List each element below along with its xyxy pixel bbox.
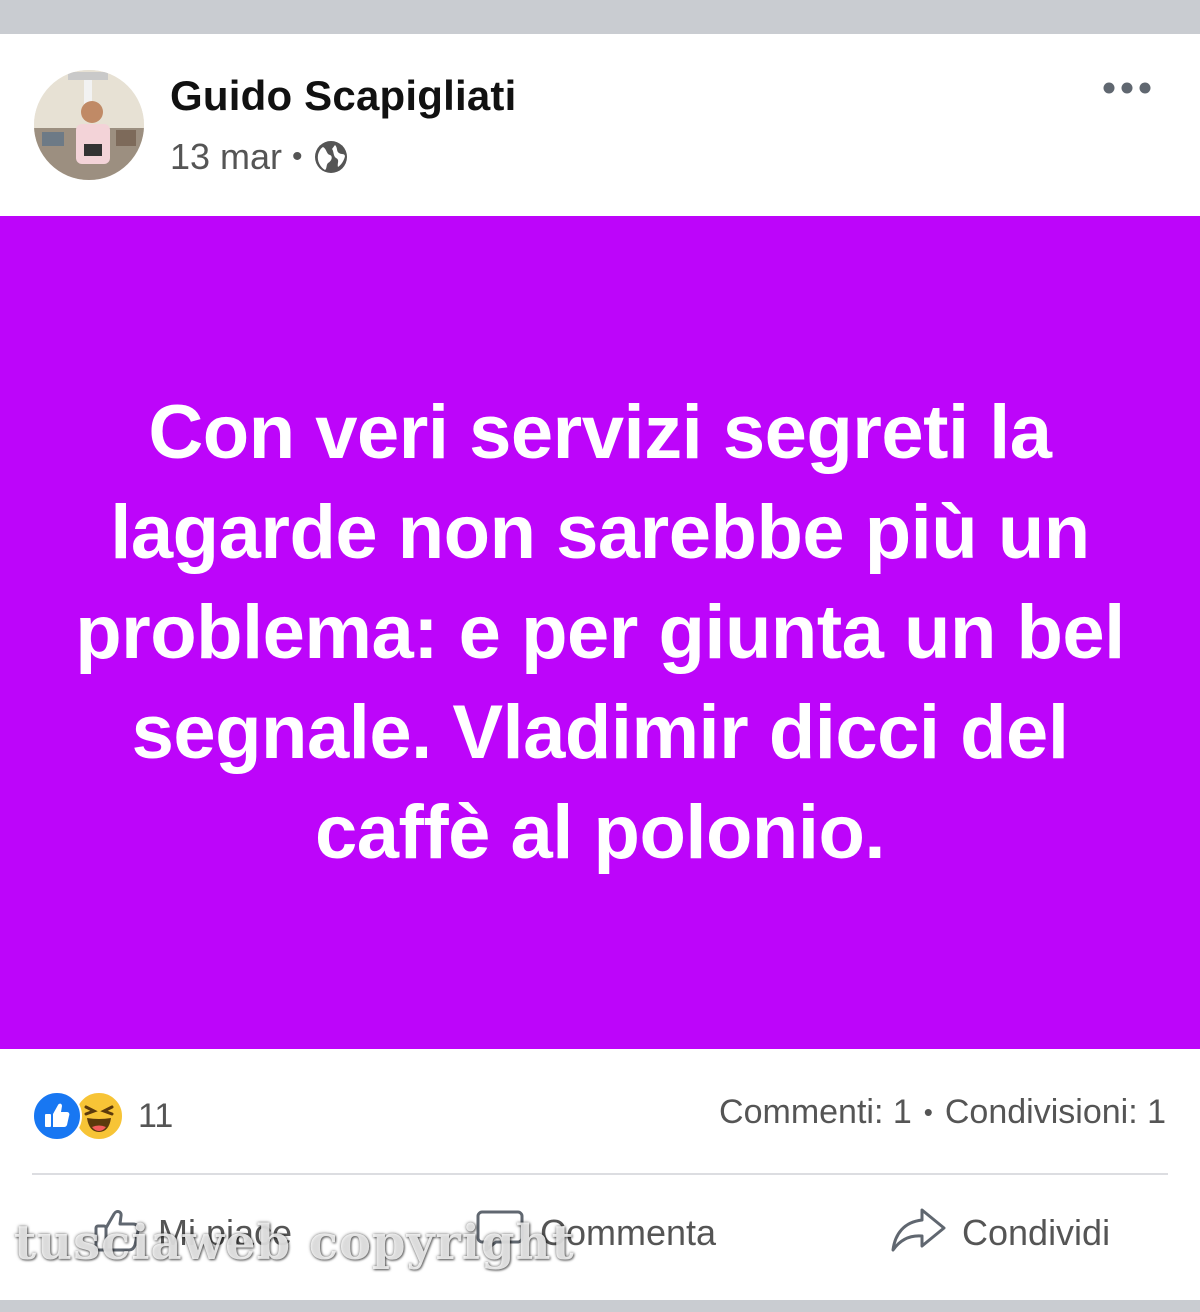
post-background: Con veri servizi segreti la lagarde non … <box>0 216 1200 1049</box>
comments-count[interactable]: Commenti: 1 <box>719 1093 912 1132</box>
post-meta: 13 mar • <box>170 136 349 178</box>
share-button-label: Condividi <box>962 1211 1111 1253</box>
divider <box>32 1173 1168 1175</box>
like-reaction-icon <box>32 1091 82 1141</box>
meta-separator: • <box>292 140 303 173</box>
post-date[interactable]: 13 mar <box>170 136 282 178</box>
engagement-counts: Commenti: 1 • Condivisioni: 1 <box>719 1093 1166 1132</box>
author-avatar[interactable] <box>34 70 144 180</box>
share-icon <box>888 1204 948 1261</box>
post-header: Guido Scapigliati 13 mar • <box>0 34 1200 216</box>
reaction-count: 11 <box>138 1096 174 1135</box>
watermark: tusciaweb copyright <box>14 1215 575 1271</box>
shares-count[interactable]: Condivisioni: 1 <box>945 1093 1166 1132</box>
more-horizontal-icon[interactable] <box>1102 78 1152 98</box>
counts-separator: • <box>923 1097 933 1127</box>
author-name[interactable]: Guido Scapigliati <box>170 72 516 120</box>
reactions-summary[interactable]: 11 <box>32 1091 173 1141</box>
post-card: Guido Scapigliati 13 mar • Con veri serv… <box>0 34 1200 1300</box>
post-stats: 11 Commenti: 1 • Condivisioni: 1 <box>0 1049 1200 1174</box>
post-text: Con veri servizi segreti la lagarde non … <box>75 389 1125 875</box>
share-button[interactable]: Condividi <box>888 1204 1110 1261</box>
globe-icon <box>313 139 349 175</box>
